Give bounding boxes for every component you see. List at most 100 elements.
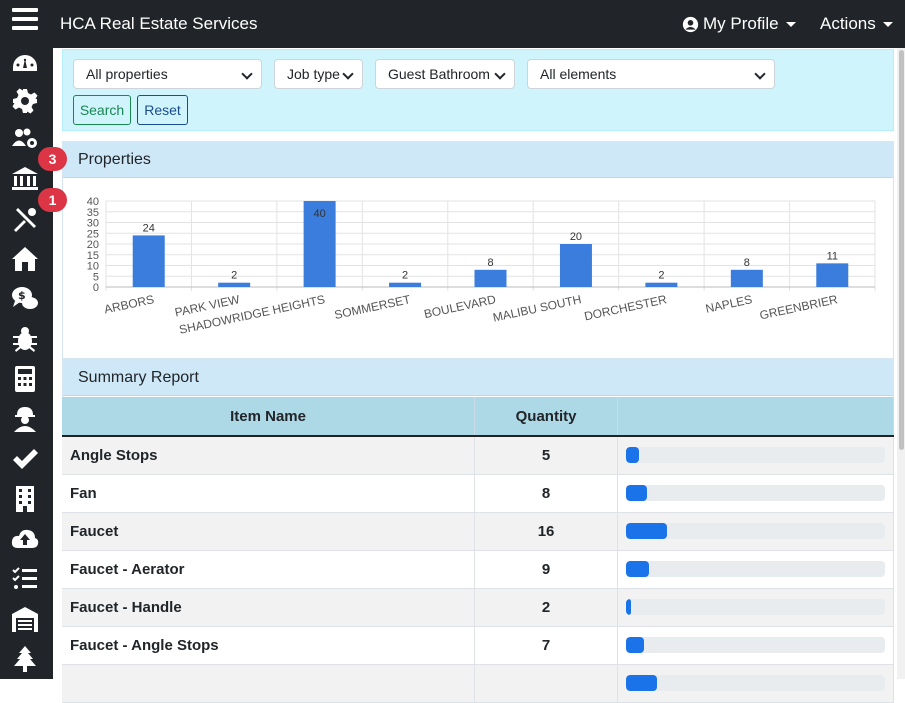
money-chat-icon[interactable]: $ — [6, 282, 44, 316]
column-header-progress — [617, 397, 894, 437]
progress-cell — [617, 550, 894, 589]
reset-button[interactable]: Reset — [137, 95, 188, 125]
item-name-cell: Faucet - Angle Stops — [62, 626, 476, 665]
category-tick-label: MALIBU SOUTH — [492, 292, 583, 324]
table-row[interactable]: Faucet - Handle 2 — [62, 588, 894, 627]
tools-off-icon[interactable] — [6, 202, 44, 236]
actions-label: Actions — [820, 14, 876, 33]
quantity-progress-bar — [626, 675, 885, 691]
task-list-icon[interactable] — [6, 562, 44, 596]
property-select[interactable]: All properties — [73, 59, 262, 89]
warehouse-icon[interactable] — [6, 602, 44, 636]
bar-value-label: 8 — [487, 257, 493, 269]
progress-fill — [626, 523, 668, 539]
worker-icon[interactable] — [6, 402, 44, 436]
item-name-cell — [62, 664, 476, 703]
table-row[interactable] — [62, 664, 894, 703]
bar — [474, 269, 507, 287]
progress-cell — [617, 664, 894, 703]
quantity-cell: 5 — [474, 436, 618, 475]
app-title[interactable]: HCA Real Estate Services — [60, 14, 257, 34]
quantity-progress-bar — [626, 561, 885, 577]
gear-icon[interactable] — [6, 84, 44, 118]
scrollbar-thumb[interactable] — [899, 50, 904, 450]
category-tick-label: GREENBRIER — [758, 292, 839, 322]
bar-value-label: 20 — [570, 231, 582, 243]
bar-value-label: 2 — [231, 270, 237, 282]
bank-icon[interactable] — [6, 162, 44, 196]
users-cog-icon[interactable] — [6, 122, 44, 156]
check-icon[interactable] — [6, 442, 44, 476]
quantity-cell — [474, 664, 618, 703]
y-tick-label: 35 — [87, 207, 99, 219]
dashboard-icon[interactable] — [6, 48, 44, 82]
quantity-cell: 9 — [474, 550, 618, 589]
my-profile-label: My Profile — [703, 14, 779, 33]
bar-value-label: 24 — [143, 222, 155, 234]
cloud-upload-icon[interactable] — [6, 522, 44, 556]
progress-fill — [626, 599, 632, 615]
bug-icon[interactable] — [6, 322, 44, 356]
house-icon[interactable] — [6, 242, 44, 276]
summary-report-card: Summary Report — [62, 359, 894, 397]
room-select[interactable]: Guest Bathroom — [375, 59, 515, 89]
y-tick-label: 20 — [87, 239, 99, 251]
search-button[interactable]: Search — [73, 95, 131, 125]
progress-cell — [617, 474, 894, 513]
progress-cell — [617, 436, 894, 475]
properties-bar-chart: 051015202530354024ARBORS2PARK VIEW40SHAD… — [87, 196, 876, 337]
column-header-item-name[interactable]: Item Name — [62, 397, 476, 437]
progress-fill — [626, 675, 658, 691]
quantity-progress-bar — [626, 485, 885, 501]
hamburger-menu-icon[interactable] — [12, 8, 38, 32]
y-tick-label: 10 — [87, 261, 99, 273]
chevron-down-icon — [494, 68, 506, 80]
bar — [218, 282, 251, 287]
quantity-progress-bar — [626, 523, 885, 539]
summary-table: Item Name Quantity Angle Stops 5 Fan 8 Fauce… — [62, 397, 894, 703]
column-header-quantity[interactable]: Quantity — [474, 397, 618, 437]
svg-text:$: $ — [18, 289, 26, 302]
properties-card: Properties 0 5 10 15 20 25 30 35 40 24 ARBORS 2 PARK… — [62, 141, 894, 359]
quantity-cell: 2 — [474, 588, 618, 627]
top-navbar: HCA Real Estate Services My Profile Acti… — [0, 0, 905, 48]
properties-card-title: Properties — [63, 142, 893, 178]
item-name-cell: Faucet - Aerator — [62, 550, 476, 589]
building-icon[interactable] — [6, 482, 44, 516]
bar-value-label: 2 — [658, 270, 664, 282]
element-select[interactable]: All elements — [527, 59, 775, 89]
progress-fill — [626, 447, 639, 464]
quantity-progress-bar — [626, 599, 885, 615]
chevron-down-icon — [241, 68, 253, 80]
user-circle-icon — [682, 16, 699, 32]
bar — [730, 269, 763, 287]
progress-fill — [626, 637, 645, 653]
sidebar: $ — [0, 48, 53, 679]
actions-dropdown[interactable]: Actions — [820, 14, 893, 34]
y-tick-label: 30 — [87, 218, 99, 230]
calculator-icon[interactable] — [6, 362, 44, 396]
table-row[interactable]: Faucet - Angle Stops 7 — [62, 626, 894, 665]
bar-value-label: 11 — [827, 250, 838, 262]
chevron-down-icon — [342, 68, 354, 80]
table-row[interactable]: Faucet - Aerator 9 — [62, 550, 894, 589]
table-row[interactable]: Angle Stops 5 — [62, 436, 894, 475]
my-profile-dropdown[interactable]: My Profile — [682, 14, 796, 34]
y-tick-label: 5 — [93, 271, 99, 283]
tree-icon[interactable] — [6, 642, 44, 676]
progress-fill — [626, 485, 647, 501]
table-row[interactable]: Fan 8 — [62, 474, 894, 513]
bar — [132, 235, 165, 287]
progress-fill — [626, 561, 650, 577]
item-name-cell: Faucet - Handle — [62, 588, 476, 627]
item-name-cell: Faucet — [62, 512, 476, 551]
bar — [816, 263, 849, 287]
filter-panel: All properties Job type Guest Bathroom A… — [62, 49, 894, 131]
table-row[interactable]: Faucet 16 — [62, 512, 894, 551]
job-type-select[interactable]: Job type — [274, 59, 363, 89]
item-name-cell: Angle Stops — [62, 436, 476, 475]
category-tick-label: DORCHESTER — [583, 292, 668, 323]
property-select-value: All properties — [86, 66, 168, 82]
notification-badge: 3 — [38, 147, 67, 171]
quantity-cell: 16 — [474, 512, 618, 551]
